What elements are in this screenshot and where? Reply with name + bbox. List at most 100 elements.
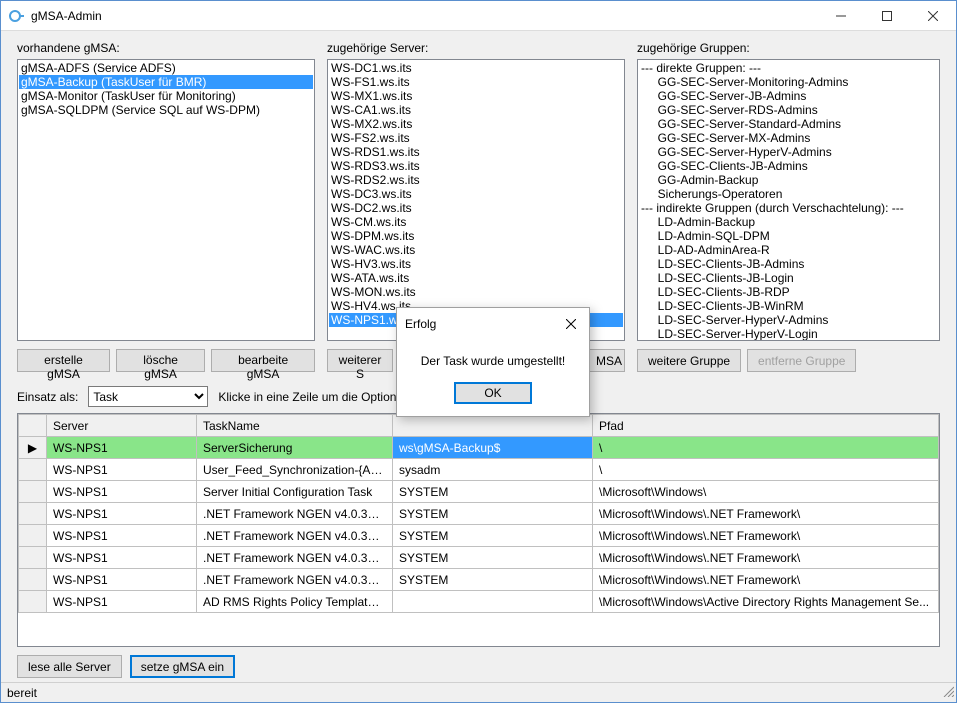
server-item[interactable]: WS-CA1.ws.its — [329, 103, 623, 117]
create-gmsa-button[interactable]: erstelle gMSA — [17, 349, 110, 372]
remove-group-button[interactable]: entferne Gruppe — [747, 349, 856, 372]
table-row[interactable]: ▶WS-NPS1ServerSicherungws\gMSA-Backup$\ — [19, 437, 939, 459]
delete-gmsa-button[interactable]: lösche gMSA — [116, 349, 205, 372]
server-item[interactable]: WS-DPM.ws.its — [329, 229, 623, 243]
group-item[interactable]: GG-SEC-Server-MX-Admins — [639, 131, 938, 145]
table-cell[interactable]: \Microsoft\Windows\ — [593, 481, 939, 503]
server-item[interactable]: WS-RDS3.ws.its — [329, 159, 623, 173]
table-cell[interactable]: \Microsoft\Windows\.NET Framework\ — [593, 547, 939, 569]
table-cell[interactable]: WS-NPS1 — [47, 569, 197, 591]
more-server-button[interactable]: weiterer S — [327, 349, 393, 372]
column-header[interactable] — [19, 415, 47, 437]
dialog-close-button[interactable] — [561, 314, 581, 334]
gmsa-item[interactable]: gMSA-Backup (TaskUser für BMR) — [19, 75, 313, 89]
server-item[interactable]: WS-DC2.ws.its — [329, 201, 623, 215]
table-cell[interactable]: SYSTEM — [393, 547, 593, 569]
server-item[interactable]: WS-ATA.ws.its — [329, 271, 623, 285]
group-item[interactable]: --- direkte Gruppen: --- — [639, 61, 938, 75]
table-cell[interactable] — [19, 525, 47, 547]
table-cell[interactable]: \ — [593, 437, 939, 459]
server-item[interactable]: WS-FS2.ws.its — [329, 131, 623, 145]
gmsa-item[interactable]: gMSA-Monitor (TaskUser für Monitoring) — [19, 89, 313, 103]
table-cell[interactable] — [19, 547, 47, 569]
table-cell[interactable]: ServerSicherung — [197, 437, 393, 459]
group-item[interactable]: GG-SEC-Clients-JB-Admins — [639, 159, 938, 173]
gmsa-item[interactable]: gMSA-ADFS (Service ADFS) — [19, 61, 313, 75]
dialog-ok-button[interactable]: OK — [454, 382, 532, 404]
group-item[interactable]: LD-SEC-Clients-JB-Admins — [639, 257, 938, 271]
groups-listbox[interactable]: --- direkte Gruppen: --- GG-SEC-Server-M… — [637, 59, 940, 341]
table-cell[interactable]: User_Feed_Synchronization-{A6AB57... — [197, 459, 393, 481]
server-item[interactable]: WS-RDS2.ws.its — [329, 173, 623, 187]
table-cell[interactable]: .NET Framework NGEN v4.0.30319 64 — [197, 525, 393, 547]
group-item[interactable]: LD-SEC-Clients-JB-WinRM — [639, 299, 938, 313]
group-item[interactable]: LD-SEC-Server-HyperV-Admins — [639, 313, 938, 327]
server-item[interactable]: WS-MX1.ws.its — [329, 89, 623, 103]
table-cell[interactable]: .NET Framework NGEN v4.0.30319 C... — [197, 569, 393, 591]
group-item[interactable]: GG-SEC-Server-Monitoring-Admins — [639, 75, 938, 89]
table-cell[interactable]: sysadm — [393, 459, 593, 481]
table-cell[interactable]: WS-NPS1 — [47, 503, 197, 525]
column-header[interactable]: Pfad — [593, 415, 939, 437]
table-cell[interactable]: WS-NPS1 — [47, 591, 197, 613]
table-cell[interactable]: AD RMS Rights Policy Template Mana... — [197, 591, 393, 613]
gmsa-item[interactable]: gMSA-SQLDPM (Service SQL auf WS-DPM) — [19, 103, 313, 117]
group-item[interactable]: Sicherungs-Operatoren — [639, 187, 938, 201]
server-item[interactable]: WS-HV3.ws.its — [329, 257, 623, 271]
server-item[interactable]: WS-FS1.ws.its — [329, 75, 623, 89]
table-cell[interactable]: \Microsoft\Windows\.NET Framework\ — [593, 525, 939, 547]
set-gmsa-button[interactable]: setze gMSA ein — [130, 655, 235, 678]
table-cell[interactable] — [19, 481, 47, 503]
einsatz-combo[interactable]: Task — [88, 386, 208, 407]
table-cell[interactable]: SYSTEM — [393, 481, 593, 503]
read-all-servers-button[interactable]: lese alle Server — [17, 655, 122, 678]
table-cell[interactable]: WS-NPS1 — [47, 481, 197, 503]
servers-listbox[interactable]: WS-DC1.ws.itsWS-FS1.ws.itsWS-MX1.ws.itsW… — [327, 59, 625, 341]
maximize-button[interactable] — [864, 1, 910, 30]
table-cell[interactable] — [19, 569, 47, 591]
group-item[interactable]: GG-SEC-Server-HyperV-Admins — [639, 145, 938, 159]
minimize-button[interactable] — [818, 1, 864, 30]
server-item[interactable]: WS-CM.ws.its — [329, 215, 623, 229]
group-item[interactable]: GG-Admin-Backup — [639, 173, 938, 187]
group-item[interactable]: LD-AD-AdminArea-R — [639, 243, 938, 257]
group-item[interactable]: LD-Admin-SQL-DPM — [639, 229, 938, 243]
server-item[interactable]: WS-DC3.ws.its — [329, 187, 623, 201]
server-item[interactable]: WS-WAC.ws.its — [329, 243, 623, 257]
table-cell[interactable]: SYSTEM — [393, 525, 593, 547]
table-cell[interactable]: ws\gMSA-Backup$ — [393, 437, 593, 459]
table-cell[interactable]: SYSTEM — [393, 503, 593, 525]
table-cell[interactable]: SYSTEM — [393, 569, 593, 591]
group-item[interactable]: GG-SEC-Server-Standard-Admins — [639, 117, 938, 131]
table-cell[interactable]: \Microsoft\Windows\.NET Framework\ — [593, 503, 939, 525]
table-row[interactable]: WS-NPS1.NET Framework NGEN v4.0.30319SYS… — [19, 503, 939, 525]
gmsa-listbox[interactable]: gMSA-ADFS (Service ADFS)gMSA-Backup (Tas… — [17, 59, 315, 341]
server-item[interactable]: WS-RDS1.ws.its — [329, 145, 623, 159]
table-cell[interactable] — [19, 591, 47, 613]
table-cell[interactable]: WS-NPS1 — [47, 547, 197, 569]
group-item[interactable]: GG-SEC-Server-RDS-Admins — [639, 103, 938, 117]
table-cell[interactable]: WS-NPS1 — [47, 525, 197, 547]
server-item[interactable]: WS-MON.ws.its — [329, 285, 623, 299]
group-item[interactable]: --- indirekte Gruppen (durch Verschachte… — [639, 201, 938, 215]
table-cell[interactable]: \Microsoft\Windows\Active Directory Righ… — [593, 591, 939, 613]
table-cell[interactable]: ▶ — [19, 437, 47, 459]
group-item[interactable]: GG-SEC-Server-JB-Admins — [639, 89, 938, 103]
group-item[interactable]: LD-Admin-Backup — [639, 215, 938, 229]
task-grid[interactable]: ServerTaskNamePfad ▶WS-NPS1ServerSicheru… — [17, 413, 940, 647]
column-header[interactable]: TaskName — [197, 415, 393, 437]
table-cell[interactable]: WS-NPS1 — [47, 437, 197, 459]
edit-gmsa-button[interactable]: bearbeite gMSA — [211, 349, 315, 372]
close-button[interactable] — [910, 1, 956, 30]
table-cell[interactable] — [19, 459, 47, 481]
column-header[interactable]: Server — [47, 415, 197, 437]
table-row[interactable]: WS-NPS1.NET Framework NGEN v4.0.30319 C.… — [19, 569, 939, 591]
server-item[interactable]: WS-MX2.ws.its — [329, 117, 623, 131]
table-cell[interactable]: .NET Framework NGEN v4.0.30319 — [197, 503, 393, 525]
table-cell[interactable]: \ — [593, 459, 939, 481]
table-row[interactable]: WS-NPS1User_Feed_Synchronization-{A6AB57… — [19, 459, 939, 481]
table-row[interactable]: WS-NPS1.NET Framework NGEN v4.0.30319 64… — [19, 525, 939, 547]
resize-grip-icon[interactable] — [942, 685, 954, 700]
group-item[interactable]: LD-SEC-Clients-JB-RDP — [639, 285, 938, 299]
group-item[interactable]: LD-SEC-Clients-JB-Login — [639, 271, 938, 285]
